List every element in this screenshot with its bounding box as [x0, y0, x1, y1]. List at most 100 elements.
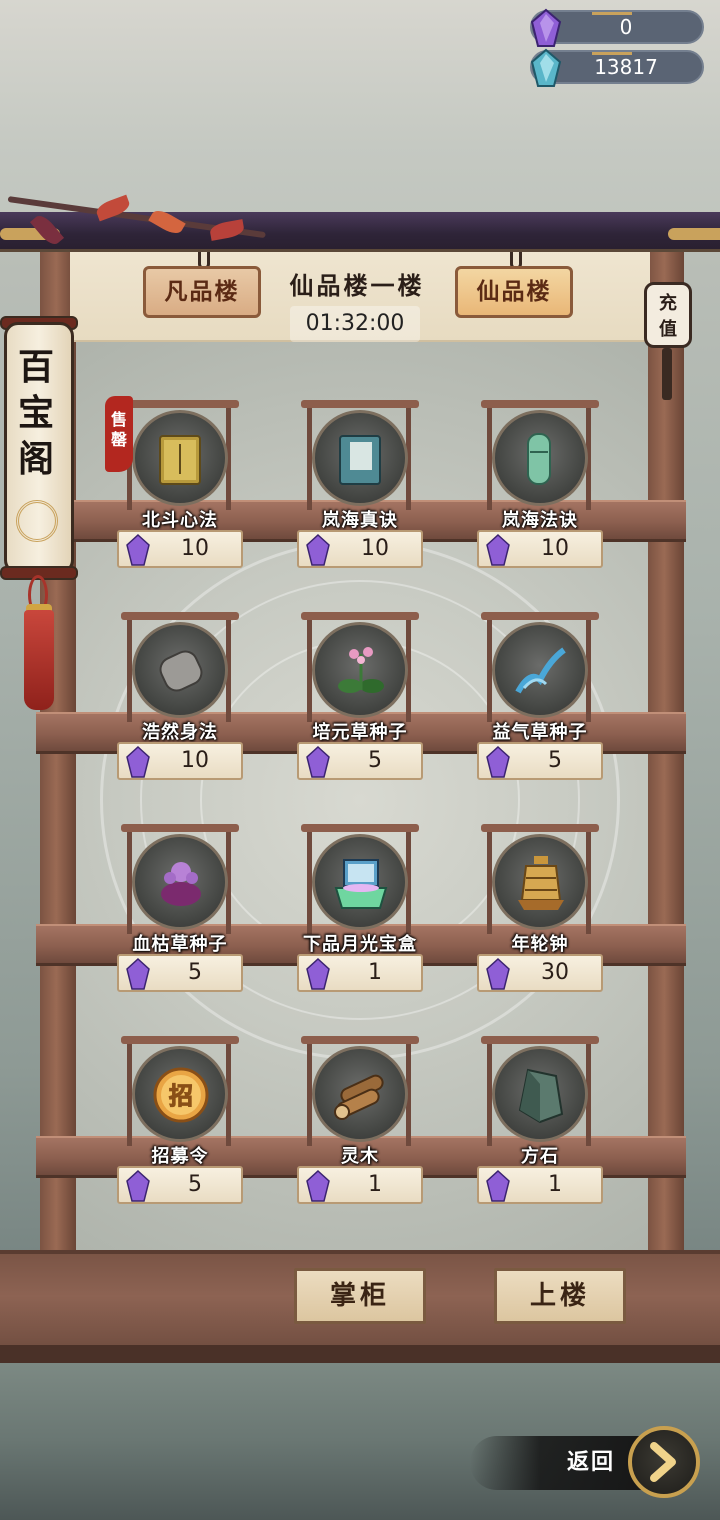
item-name: 益气草种子 — [492, 722, 588, 743]
shop-item[interactable]: 岚海真诀 10 — [295, 400, 425, 576]
pink-herb-icon — [338, 647, 384, 693]
spirit-stone-bar[interactable]: 13817 — [530, 48, 704, 87]
grey-scroll-icon — [159, 650, 203, 692]
item-name: 下品月光宝盒 — [303, 934, 417, 955]
blue-herb-icon — [515, 647, 566, 694]
swirl-ornament — [16, 500, 58, 542]
recharge-button[interactable]: 充 值 — [644, 282, 692, 348]
item-price: 5 — [188, 960, 202, 985]
upstairs-button[interactable]: 上楼 — [494, 1268, 626, 1324]
purple-gem-icon — [126, 746, 150, 778]
item-price-tag: 5 — [117, 1166, 243, 1204]
shop-item[interactable]: 益气草种子 5 — [475, 612, 605, 788]
item-rack-bar — [121, 1036, 239, 1044]
item-name: 血枯草种子 — [132, 934, 228, 955]
shop-name: 百 宝 阁 — [14, 344, 58, 482]
shop-item[interactable]: 灵木 1 — [295, 1036, 425, 1212]
item-price-tag: 5 — [297, 742, 423, 780]
tab-common-floor[interactable]: 凡品楼 — [143, 266, 261, 318]
item-price-tag: 30 — [477, 954, 603, 992]
purple-gem-icon — [486, 746, 510, 778]
item-rack-bar — [481, 824, 599, 832]
golden-bell-icon — [518, 856, 564, 910]
shopkeeper-button[interactable]: 掌柜 — [294, 1268, 426, 1324]
item-rack-bar — [301, 400, 419, 408]
item-price: 5 — [188, 1172, 202, 1197]
shop-item[interactable]: 年轮钟 30 — [475, 824, 605, 1000]
purple-gem-icon — [486, 534, 510, 566]
sold-out-badge: 售罄 — [105, 396, 133, 472]
item-price-tag: 10 — [117, 530, 243, 568]
treasure-box-icon — [334, 859, 388, 909]
recruit-token-glyph: 招 — [169, 1082, 193, 1110]
shop-item[interactable]: 下品月光宝盒 1 — [295, 824, 425, 1000]
recharge-label-2: 值 — [659, 319, 677, 340]
refresh-timer: 01:32:00 — [290, 306, 420, 342]
premium-currency-bar[interactable]: 0 — [530, 8, 704, 47]
shop-item[interactable]: 血枯草种子 5 — [115, 824, 245, 1000]
blue-crystal-icon — [530, 48, 562, 87]
premium-currency-value: 0 — [619, 15, 633, 39]
shop-item[interactable]: 方石 1 — [475, 1036, 605, 1212]
floor-title: 仙品楼一楼 — [289, 272, 425, 300]
item-rack-bar — [121, 400, 239, 408]
item-name: 培元草种子 — [312, 722, 408, 743]
purple-gem-icon — [486, 958, 510, 990]
item-price: 30 — [541, 960, 569, 985]
item-price: 10 — [181, 748, 209, 773]
purple-gem-icon — [530, 8, 562, 47]
roof-ornament-right — [668, 228, 720, 240]
manual-book-icon — [159, 435, 201, 485]
item-rack-bar — [121, 824, 239, 832]
purple-gem-icon — [306, 958, 330, 990]
item-rack-bar — [481, 400, 599, 408]
item-name: 浩然身法 — [142, 722, 218, 743]
item-price: 5 — [548, 748, 562, 773]
item-price-tag: 1 — [297, 1166, 423, 1204]
item-name: 岚海真诀 — [322, 510, 398, 531]
item-price: 10 — [541, 536, 569, 561]
purple-gem-icon — [306, 1170, 330, 1202]
shop-item[interactable]: 招 招募令 5 — [115, 1036, 245, 1212]
item-price: 1 — [368, 960, 382, 985]
purple-gem-icon — [306, 746, 330, 778]
item-price: 1 — [548, 1172, 562, 1197]
item-name: 北斗心法 — [142, 510, 218, 531]
item-rack-bar — [301, 824, 419, 832]
item-price-tag: 10 — [117, 742, 243, 780]
shop-name-char: 宝 — [17, 392, 54, 434]
shop-item[interactable]: 岚海法诀 10 — [475, 400, 605, 576]
recruit-token-icon: 招 — [153, 1067, 209, 1123]
item-name: 年轮钟 — [511, 934, 569, 955]
tab-immortal-floor[interactable]: 仙品楼 — [455, 266, 573, 318]
item-rack-bar — [121, 612, 239, 620]
back-label[interactable]: 返回 — [556, 1446, 626, 1480]
purple-gem-icon — [486, 1170, 510, 1202]
item-name: 岚海法诀 — [502, 510, 578, 531]
item-rack-bar — [301, 1036, 419, 1044]
shop-name-char: 阁 — [17, 438, 54, 480]
recharge-label-1: 充 — [659, 293, 677, 314]
shop-item[interactable]: 培元草种子 5 — [295, 612, 425, 788]
purple-gem-icon — [126, 534, 150, 566]
wood-logs-icon — [334, 1074, 384, 1120]
item-price-tag: 1 — [477, 1166, 603, 1204]
chevron-right-icon — [650, 1442, 676, 1482]
spirit-stone-value: 13817 — [594, 55, 658, 79]
item-rack-bar — [481, 1036, 599, 1044]
item-price: 1 — [368, 1172, 382, 1197]
shop-item[interactable]: 售罄 北斗心法 10 — [105, 396, 245, 576]
floor-edge — [0, 1345, 720, 1363]
purple-gem-icon — [126, 1170, 150, 1202]
back-button[interactable] — [628, 1426, 700, 1498]
item-price-tag: 10 — [297, 530, 423, 568]
item-name: 方石 — [521, 1146, 559, 1167]
lantern-tassel — [662, 348, 672, 400]
item-rack-bar — [301, 612, 419, 620]
item-price: 10 — [181, 536, 209, 561]
red-tassel — [24, 610, 54, 710]
jade-scroll-icon — [527, 433, 551, 485]
shop-name-char: 百 — [17, 346, 54, 388]
shop-item[interactable]: 浩然身法 10 — [115, 612, 245, 788]
item-price: 10 — [361, 536, 389, 561]
